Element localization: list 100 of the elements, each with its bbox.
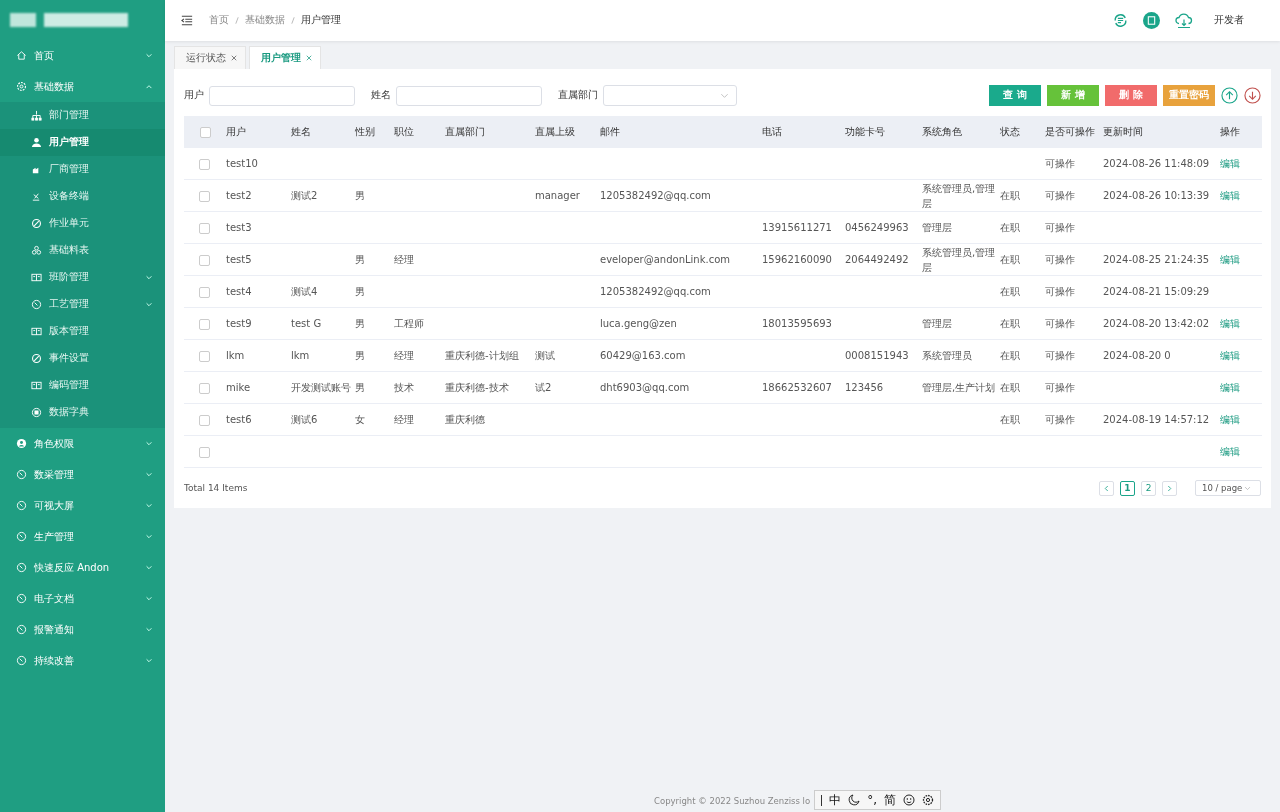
menu-item[interactable]: 电子文档 — [0, 583, 165, 614]
department-select[interactable] — [603, 85, 737, 106]
row-checkbox[interactable] — [198, 158, 210, 170]
column-header: 姓名 — [291, 126, 311, 137]
submenu-item[interactable]: 部门管理 — [0, 102, 165, 129]
ime-button[interactable]: 简 — [883, 794, 896, 806]
moon-icon[interactable] — [848, 794, 861, 806]
home-icon — [16, 50, 27, 61]
tab[interactable]: 运行状态 — [174, 46, 246, 69]
submenu-item[interactable]: 编码管理 — [0, 372, 165, 399]
edit-link[interactable]: 编辑 — [1220, 254, 1240, 265]
submenu-item[interactable]: 数据字典 — [0, 399, 165, 426]
table-cell: 2024-08-26 10:13:39 — [1103, 190, 1210, 201]
submenu-item[interactable]: 基础料表 — [0, 237, 165, 264]
row-checkbox[interactable] — [198, 414, 210, 426]
row-checkbox[interactable] — [198, 382, 210, 394]
table-cell: 2024-08-20 0 — [1103, 350, 1171, 361]
row-checkbox[interactable] — [198, 318, 210, 330]
table-cell: 可操作 — [1045, 414, 1075, 425]
row-checkbox[interactable] — [198, 286, 210, 298]
ime-button[interactable]: °, — [867, 794, 877, 806]
refresh-icon[interactable] — [1112, 12, 1129, 29]
cloud-download-icon[interactable] — [1174, 12, 1194, 29]
user-icon — [16, 438, 27, 449]
close-icon[interactable] — [306, 55, 312, 61]
menu-item[interactable]: 首页 — [0, 40, 165, 71]
menu-item[interactable]: 可视大屏 — [0, 490, 165, 521]
row-checkbox[interactable] — [198, 254, 210, 266]
column-header: 功能卡号 — [845, 126, 885, 137]
menu-item[interactable]: 持续改善 — [0, 645, 165, 676]
column-header: 电话 — [762, 126, 782, 137]
column-header: 直属部门 — [445, 126, 485, 137]
menu-icon[interactable] — [181, 15, 193, 26]
table-cell: 可操作 — [1045, 190, 1075, 201]
row-checkbox[interactable] — [198, 190, 210, 202]
total-count: Total 14 Items — [184, 483, 248, 493]
page-button[interactable]: 1 — [1120, 480, 1135, 496]
edit-link[interactable]: 编辑 — [1220, 382, 1240, 393]
edit-link[interactable]: 编辑 — [1220, 190, 1240, 201]
document-icon[interactable] — [1143, 12, 1160, 29]
table-cell: 测试6 — [291, 414, 318, 425]
submenu-item[interactable]: 用户管理 — [0, 129, 165, 156]
row-checkbox[interactable] — [198, 222, 210, 234]
menu-item[interactable]: 快速反应 Andon — [0, 552, 165, 583]
action-button[interactable]: 删 除 — [1105, 85, 1157, 106]
book-icon — [31, 326, 42, 337]
table-cell: 男 — [355, 350, 365, 361]
menu-item[interactable]: 角色权限 — [0, 428, 165, 459]
input-field[interactable] — [396, 85, 542, 106]
menu-item[interactable]: 基础数据 — [0, 71, 165, 102]
submenu-item[interactable]: 设备终端 — [0, 183, 165, 210]
smiley-icon[interactable] — [902, 794, 915, 806]
blocks-icon — [31, 245, 42, 256]
submenu-item[interactable]: 工艺管理 — [0, 291, 165, 318]
submenu-item[interactable]: 厂商管理 — [0, 156, 165, 183]
row-checkbox[interactable] — [198, 350, 210, 362]
input-field[interactable] — [209, 85, 355, 106]
edit-link[interactable]: 编辑 — [1220, 446, 1240, 457]
next-page-button[interactable] — [1162, 480, 1177, 496]
user-name[interactable]: 开发者 — [1214, 14, 1244, 27]
menu-item[interactable]: 报警通知 — [0, 614, 165, 645]
action-button[interactable]: 查 询 — [989, 85, 1041, 106]
edit-link[interactable]: 编辑 — [1220, 318, 1240, 329]
submenu-item[interactable]: 作业单元 — [0, 210, 165, 237]
page-size-select[interactable]: 10 / page — [1195, 480, 1261, 496]
field-label: 用户 — [184, 89, 204, 102]
edit-link[interactable]: 编辑 — [1220, 350, 1240, 361]
edit-link[interactable]: 编辑 — [1220, 158, 1240, 169]
column-header: 是否可操作 — [1045, 126, 1095, 137]
menu-item[interactable]: 数采管理 — [0, 459, 165, 490]
close-icon[interactable] — [231, 55, 237, 61]
clock-icon — [31, 299, 42, 310]
table-cell: 13915611271 — [762, 222, 832, 233]
previous-page-button[interactable] — [1099, 480, 1114, 496]
submenu-item[interactable]: 班阶管理 — [0, 264, 165, 291]
user-icon — [31, 137, 42, 148]
select-all-checkbox[interactable] — [199, 126, 211, 138]
ime-button[interactable]: 中 — [829, 794, 842, 806]
upload-icon[interactable] — [1221, 87, 1238, 104]
submenu-item[interactable]: 事件设置 — [0, 345, 165, 372]
breadcrumb-item[interactable]: 首页 — [209, 14, 229, 27]
row-checkbox[interactable] — [198, 446, 210, 458]
submenu-item[interactable]: 版本管理 — [0, 318, 165, 345]
settings-icon[interactable] — [921, 794, 934, 806]
table-cell: 系统管理员,管理层 — [922, 182, 996, 209]
menu-item[interactable]: 生产管理 — [0, 521, 165, 552]
table-cell: 2064492492 — [845, 254, 909, 265]
tab[interactable]: 用户管理 — [249, 46, 321, 69]
page-button[interactable]: 2 — [1141, 480, 1156, 496]
table-cell: 在职 — [1000, 318, 1020, 329]
action-button[interactable]: 重置密码 — [1163, 85, 1215, 106]
edit-link[interactable]: 编辑 — [1220, 414, 1240, 425]
chevron-icon — [145, 503, 153, 508]
action-button[interactable]: 新 增 — [1047, 85, 1099, 106]
table-cell: lkm — [226, 350, 245, 361]
table-cell: 测试2 — [291, 190, 318, 201]
download-icon[interactable] — [1244, 87, 1261, 104]
table-cell: 男 — [355, 286, 365, 297]
breadcrumb-item[interactable]: 基础数据 — [245, 14, 285, 27]
book-icon — [31, 380, 42, 391]
